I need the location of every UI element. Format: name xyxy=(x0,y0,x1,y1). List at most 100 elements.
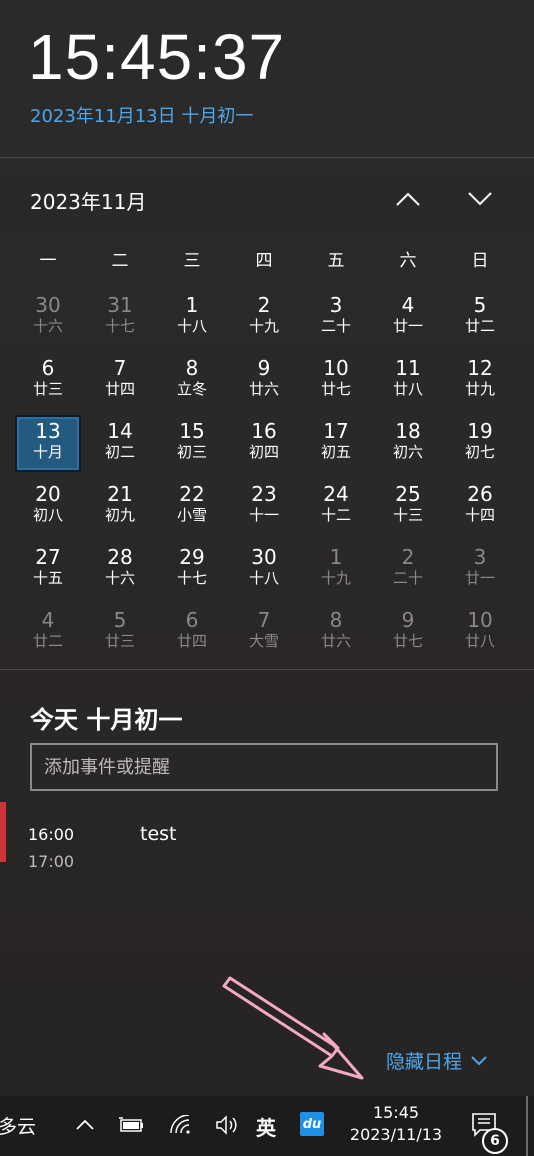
day-number: 2 xyxy=(401,545,415,569)
calendar-day[interactable]: 29 十七 xyxy=(156,538,228,601)
calendar-day[interactable]: 8 廿六 xyxy=(300,601,372,664)
calendar-day[interactable]: 1 十八 xyxy=(156,286,228,349)
calendar-day[interactable]: 23 十一 xyxy=(228,475,300,538)
day-number: 27 xyxy=(35,545,61,569)
day-number: 10 xyxy=(323,356,349,380)
calendar-day[interactable]: 14 初二 xyxy=(84,412,156,475)
calendar-day[interactable]: 17 初五 xyxy=(300,412,372,475)
day-number: 2 xyxy=(257,293,271,317)
chevron-up-icon[interactable] xyxy=(70,1110,100,1140)
previous-month-button[interactable] xyxy=(390,184,426,214)
calendar-day[interactable]: 6 廿四 xyxy=(156,601,228,664)
calendar-day[interactable]: 11 廿八 xyxy=(372,349,444,412)
calendar-day[interactable]: 7 大雪 xyxy=(228,601,300,664)
calendar-day[interactable]: 20 初八 xyxy=(12,475,84,538)
day-number: 18 xyxy=(395,419,421,443)
calendar-day[interactable]: 4 廿一 xyxy=(372,286,444,349)
weekday-label: 六 xyxy=(399,251,417,271)
calendar-day[interactable]: 15 初三 xyxy=(156,412,228,475)
hide-agenda-label: 隐藏日程 xyxy=(386,1051,463,1073)
taskbar-date: 2023/11/13 xyxy=(349,1125,443,1144)
lunar-date: 廿九 xyxy=(464,380,495,398)
weather-widget[interactable]: 多云 xyxy=(0,1112,36,1139)
show-desktop-button[interactable] xyxy=(526,1096,528,1156)
wifi-icon[interactable] xyxy=(166,1110,196,1140)
calendar-day[interactable]: 28 十六 xyxy=(84,538,156,601)
taskbar-clock[interactable]: 15:45 2023/11/13 xyxy=(340,1102,452,1146)
weekday-label: 三 xyxy=(183,251,201,271)
calendar-day[interactable]: 9 廿七 xyxy=(372,601,444,664)
day-number: 22 xyxy=(179,482,205,506)
lunar-date: 廿八 xyxy=(464,632,495,650)
calendar-day[interactable]: 2 二十 xyxy=(372,538,444,601)
day-number: 4 xyxy=(401,293,415,317)
calendar-day[interactable]: 10 廿七 xyxy=(300,349,372,412)
calendar-day[interactable]: 3 廿一 xyxy=(444,538,516,601)
calendar-day[interactable]: 24 十二 xyxy=(300,475,372,538)
calendar-day[interactable]: 8 立冬 xyxy=(156,349,228,412)
next-month-button[interactable] xyxy=(462,184,498,214)
baidu-input-icon[interactable]: du xyxy=(300,1112,324,1136)
day-number: 13 xyxy=(35,419,61,443)
volume-icon[interactable] xyxy=(212,1110,242,1140)
full-date-link[interactable]: 2023年11月13日 十月初一 xyxy=(30,102,253,128)
calendar-day[interactable]: 1 十九 xyxy=(300,538,372,601)
lunar-date: 初九 xyxy=(104,506,135,524)
divider xyxy=(0,157,534,158)
calendar-day[interactable]: 16 初四 xyxy=(228,412,300,475)
event-start-time[interactable]: 16:00 xyxy=(28,825,74,844)
calendar-day[interactable]: 26 十四 xyxy=(444,475,516,538)
weekday-label: 二 xyxy=(111,251,129,271)
calendar-day[interactable]: 7 廿四 xyxy=(84,349,156,412)
calendar-day[interactable]: 30 十八 xyxy=(228,538,300,601)
calendar-day[interactable]: 19 初七 xyxy=(444,412,516,475)
calendar-day[interactable]: 12 廿九 xyxy=(444,349,516,412)
day-number: 1 xyxy=(329,545,343,569)
event-end-time[interactable]: 17:00 xyxy=(28,852,74,871)
day-number: 16 xyxy=(251,419,277,443)
hide-agenda-button[interactable]: 隐藏日程 xyxy=(386,1047,488,1074)
calendar-day[interactable]: 5 廿三 xyxy=(84,601,156,664)
lunar-date: 廿四 xyxy=(104,380,135,398)
calendar-day[interactable]: 9 廿六 xyxy=(228,349,300,412)
month-title[interactable]: 2023年11月 xyxy=(30,186,146,215)
lunar-date: 二十 xyxy=(392,569,423,587)
lunar-date: 十七 xyxy=(176,569,207,587)
chevron-down-icon xyxy=(471,1055,487,1065)
lunar-date: 廿六 xyxy=(248,380,279,398)
calendar-day[interactable]: 25 十三 xyxy=(372,475,444,538)
calendar-day[interactable]: 30 十六 xyxy=(12,286,84,349)
lunar-date: 十五 xyxy=(32,569,63,587)
event-title[interactable]: test xyxy=(140,823,177,845)
lunar-date: 廿四 xyxy=(176,632,207,650)
calendar-day[interactable]: 10 廿八 xyxy=(444,601,516,664)
lunar-date: 十八 xyxy=(176,317,207,335)
day-number: 29 xyxy=(179,545,205,569)
calendar-day[interactable]: 4 廿二 xyxy=(12,601,84,664)
input-language-indicator[interactable]: 英 xyxy=(256,1112,276,1141)
calendar-day[interactable]: 31 十七 xyxy=(84,286,156,349)
calendar-day[interactable]: 5 廿二 xyxy=(444,286,516,349)
lunar-date: 大雪 xyxy=(248,632,279,650)
day-number: 3 xyxy=(329,293,343,317)
day-number: 7 xyxy=(257,608,271,632)
weekday-label: 日 xyxy=(471,251,489,271)
lunar-date: 初八 xyxy=(32,506,63,524)
lunar-date: 十一 xyxy=(248,506,279,524)
day-number: 9 xyxy=(257,356,271,380)
calendar-day-today[interactable]: 13 十月 xyxy=(12,412,84,475)
battery-icon[interactable] xyxy=(116,1110,146,1140)
calendar-day[interactable]: 2 十九 xyxy=(228,286,300,349)
clock-time: 15:45:37 xyxy=(28,21,286,93)
day-number: 24 xyxy=(323,482,349,506)
add-event-input[interactable] xyxy=(30,743,498,791)
calendar-day[interactable]: 18 初六 xyxy=(372,412,444,475)
day-number: 14 xyxy=(107,419,133,443)
calendar-day[interactable]: 27 十五 xyxy=(12,538,84,601)
calendar-day[interactable]: 3 二十 xyxy=(300,286,372,349)
lunar-date: 十六 xyxy=(32,317,63,335)
calendar-day[interactable]: 21 初九 xyxy=(84,475,156,538)
calendar-day[interactable]: 6 廿三 xyxy=(12,349,84,412)
calendar-day[interactable]: 22 小雪 xyxy=(156,475,228,538)
lunar-date: 初二 xyxy=(104,443,135,461)
